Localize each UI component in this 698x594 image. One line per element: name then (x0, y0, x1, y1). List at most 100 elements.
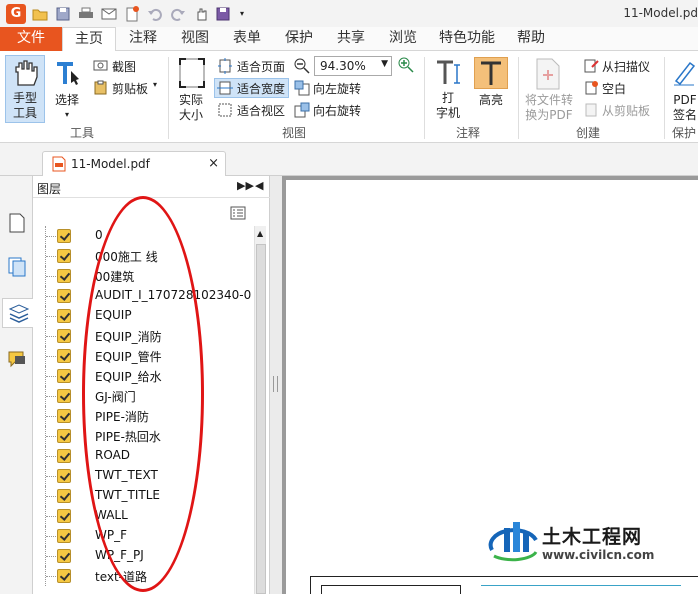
select-tool-icon[interactable] (54, 59, 82, 87)
layer-visibility-checkbox[interactable] (57, 509, 71, 523)
ribbon: 手型 工具 选择 ▾ 截图 剪贴板 ▾ 工具 实际 大小 适合页面 适合宽度 适… (0, 51, 698, 143)
print-icon[interactable] (77, 5, 95, 23)
splitter-grip[interactable] (273, 376, 278, 392)
close-tab-icon[interactable]: × (208, 156, 219, 171)
panel-splitter[interactable] (270, 176, 282, 594)
rotate-left-button[interactable]: 向左旋转 (313, 80, 361, 97)
app-logo: G (6, 3, 26, 24)
tab-browse[interactable]: 浏览 (377, 27, 429, 51)
document-tab[interactable]: 11-Model.pdf × (42, 151, 226, 177)
tab-protect[interactable]: 保护 (273, 27, 325, 51)
hand-tool-label: 手型 工具 (12, 91, 37, 120)
tab-view[interactable]: 视图 (169, 27, 221, 51)
redo-icon[interactable] (169, 5, 187, 23)
layer-visibility-checkbox[interactable] (57, 269, 71, 283)
fit-visible-button[interactable]: 适合视区 (237, 102, 285, 119)
layers-tool[interactable] (2, 298, 34, 328)
zoom-dropdown-icon[interactable]: ▼ (381, 59, 388, 69)
tab-file[interactable]: 文件 (0, 27, 62, 51)
fit-page-button[interactable]: 适合页面 (237, 58, 285, 75)
tree-connector (46, 316, 56, 317)
tab-home[interactable]: 主页 (62, 27, 116, 52)
dropdown-icon[interactable]: ▾ (238, 5, 246, 23)
bookmarks-tool[interactable] (4, 252, 30, 282)
tab-help[interactable]: 帮助 (505, 27, 557, 51)
tree-connector (46, 336, 56, 337)
hand-icon[interactable] (192, 5, 210, 23)
from-scanner-button[interactable]: 从扫描仪 (602, 58, 650, 75)
blank-button[interactable]: 空白 (602, 80, 626, 97)
layers-panel-title: 图层 (37, 182, 62, 196)
watermark-url: www.civilcn.com (542, 548, 655, 562)
layer-visibility-checkbox[interactable] (57, 529, 71, 543)
layer-visibility-checkbox[interactable] (57, 469, 71, 483)
undo-icon[interactable] (146, 5, 164, 23)
zoom-out-icon[interactable] (294, 58, 310, 74)
ribbon-separator (518, 57, 519, 139)
open-folder-icon[interactable] (31, 5, 49, 23)
pdf-file-icon (52, 156, 66, 172)
actual-size-button[interactable]: 实际 大小 (174, 93, 208, 123)
pdf-sign-icon (674, 61, 696, 86)
group-create-label: 创建 (575, 126, 600, 140)
tab-form[interactable]: 表单 (221, 27, 273, 51)
tab-annotate[interactable]: 注释 (117, 27, 169, 51)
layers-scrollbar[interactable]: ▲ (254, 226, 266, 594)
collapse-panel-icon[interactable]: ◀ (255, 179, 263, 192)
save-icon[interactable] (54, 5, 72, 23)
pages-stack-icon (8, 257, 26, 277)
tree-connector (46, 416, 56, 417)
email-icon[interactable] (100, 5, 118, 23)
new-file-icon[interactable] (123, 5, 141, 23)
typewriter-button[interactable]: 打 字机 (432, 91, 464, 121)
zoom-in-icon[interactable] (398, 57, 414, 73)
file-to-pdf-icon (536, 58, 560, 90)
pdf-sign-button[interactable]: PDF 签名 (670, 93, 698, 123)
tab-share[interactable]: 共享 (325, 27, 377, 51)
snapshot-button[interactable]: 截图 (112, 58, 136, 75)
layer-visibility-checkbox[interactable] (57, 309, 71, 323)
layer-visibility-checkbox[interactable] (57, 489, 71, 503)
tree-connector (46, 536, 56, 537)
from-clipboard-button[interactable]: 从剪贴板 (602, 102, 650, 119)
layer-visibility-checkbox[interactable] (57, 409, 71, 423)
layer-visibility-checkbox[interactable] (57, 249, 71, 263)
fit-page-icon (218, 58, 232, 74)
title-block (321, 585, 461, 594)
clipboard-button[interactable]: 剪贴板 (112, 80, 148, 97)
comments-tool[interactable] (4, 344, 30, 374)
rotate-right-icon (294, 102, 310, 118)
tab-features[interactable]: 特色功能 (429, 27, 505, 51)
page-icon (9, 213, 25, 233)
layer-visibility-checkbox[interactable] (57, 369, 71, 383)
layer-visibility-checkbox[interactable] (57, 289, 71, 303)
layer-visibility-checkbox[interactable] (57, 549, 71, 563)
scroll-thumb[interactable] (256, 244, 266, 594)
zoom-select[interactable]: 94.30% ▼ (314, 56, 392, 76)
clipboard-dropdown-icon[interactable]: ▾ (153, 80, 157, 89)
highlight-icon (481, 61, 501, 85)
layer-visibility-checkbox[interactable] (57, 389, 71, 403)
layer-visibility-checkbox[interactable] (57, 449, 71, 463)
select-label[interactable]: 选择 (52, 93, 82, 108)
watermark-name: 土木工程网 (542, 526, 643, 548)
file-to-pdf-button[interactable]: 将文件转 换为PDF (522, 93, 576, 123)
expand-panel-icon[interactable]: ▶▶ (237, 179, 254, 192)
layer-visibility-checkbox[interactable] (57, 329, 71, 343)
layer-options-icon[interactable] (230, 206, 246, 220)
tree-connector (46, 296, 56, 297)
scroll-up-icon[interactable]: ▲ (257, 229, 263, 238)
page-thumbnail-tool[interactable] (4, 208, 30, 238)
select-dropdown-icon[interactable]: ▾ (60, 107, 74, 122)
layer-visibility-checkbox[interactable] (57, 429, 71, 443)
customize-icon[interactable] (215, 5, 233, 23)
rotate-right-button[interactable]: 向右旋转 (313, 102, 361, 119)
quick-access-toolbar: G ▾ 11-Model.pd (0, 0, 698, 27)
layer-visibility-checkbox[interactable] (57, 569, 71, 583)
layer-visibility-checkbox[interactable] (57, 349, 71, 363)
group-tools-label: 工具 (69, 126, 94, 140)
fit-width-button[interactable]: 适合宽度 (237, 80, 285, 97)
highlight-button[interactable]: 高亮 (472, 93, 510, 108)
layer-visibility-checkbox[interactable] (57, 229, 71, 243)
tree-connector (46, 476, 56, 477)
